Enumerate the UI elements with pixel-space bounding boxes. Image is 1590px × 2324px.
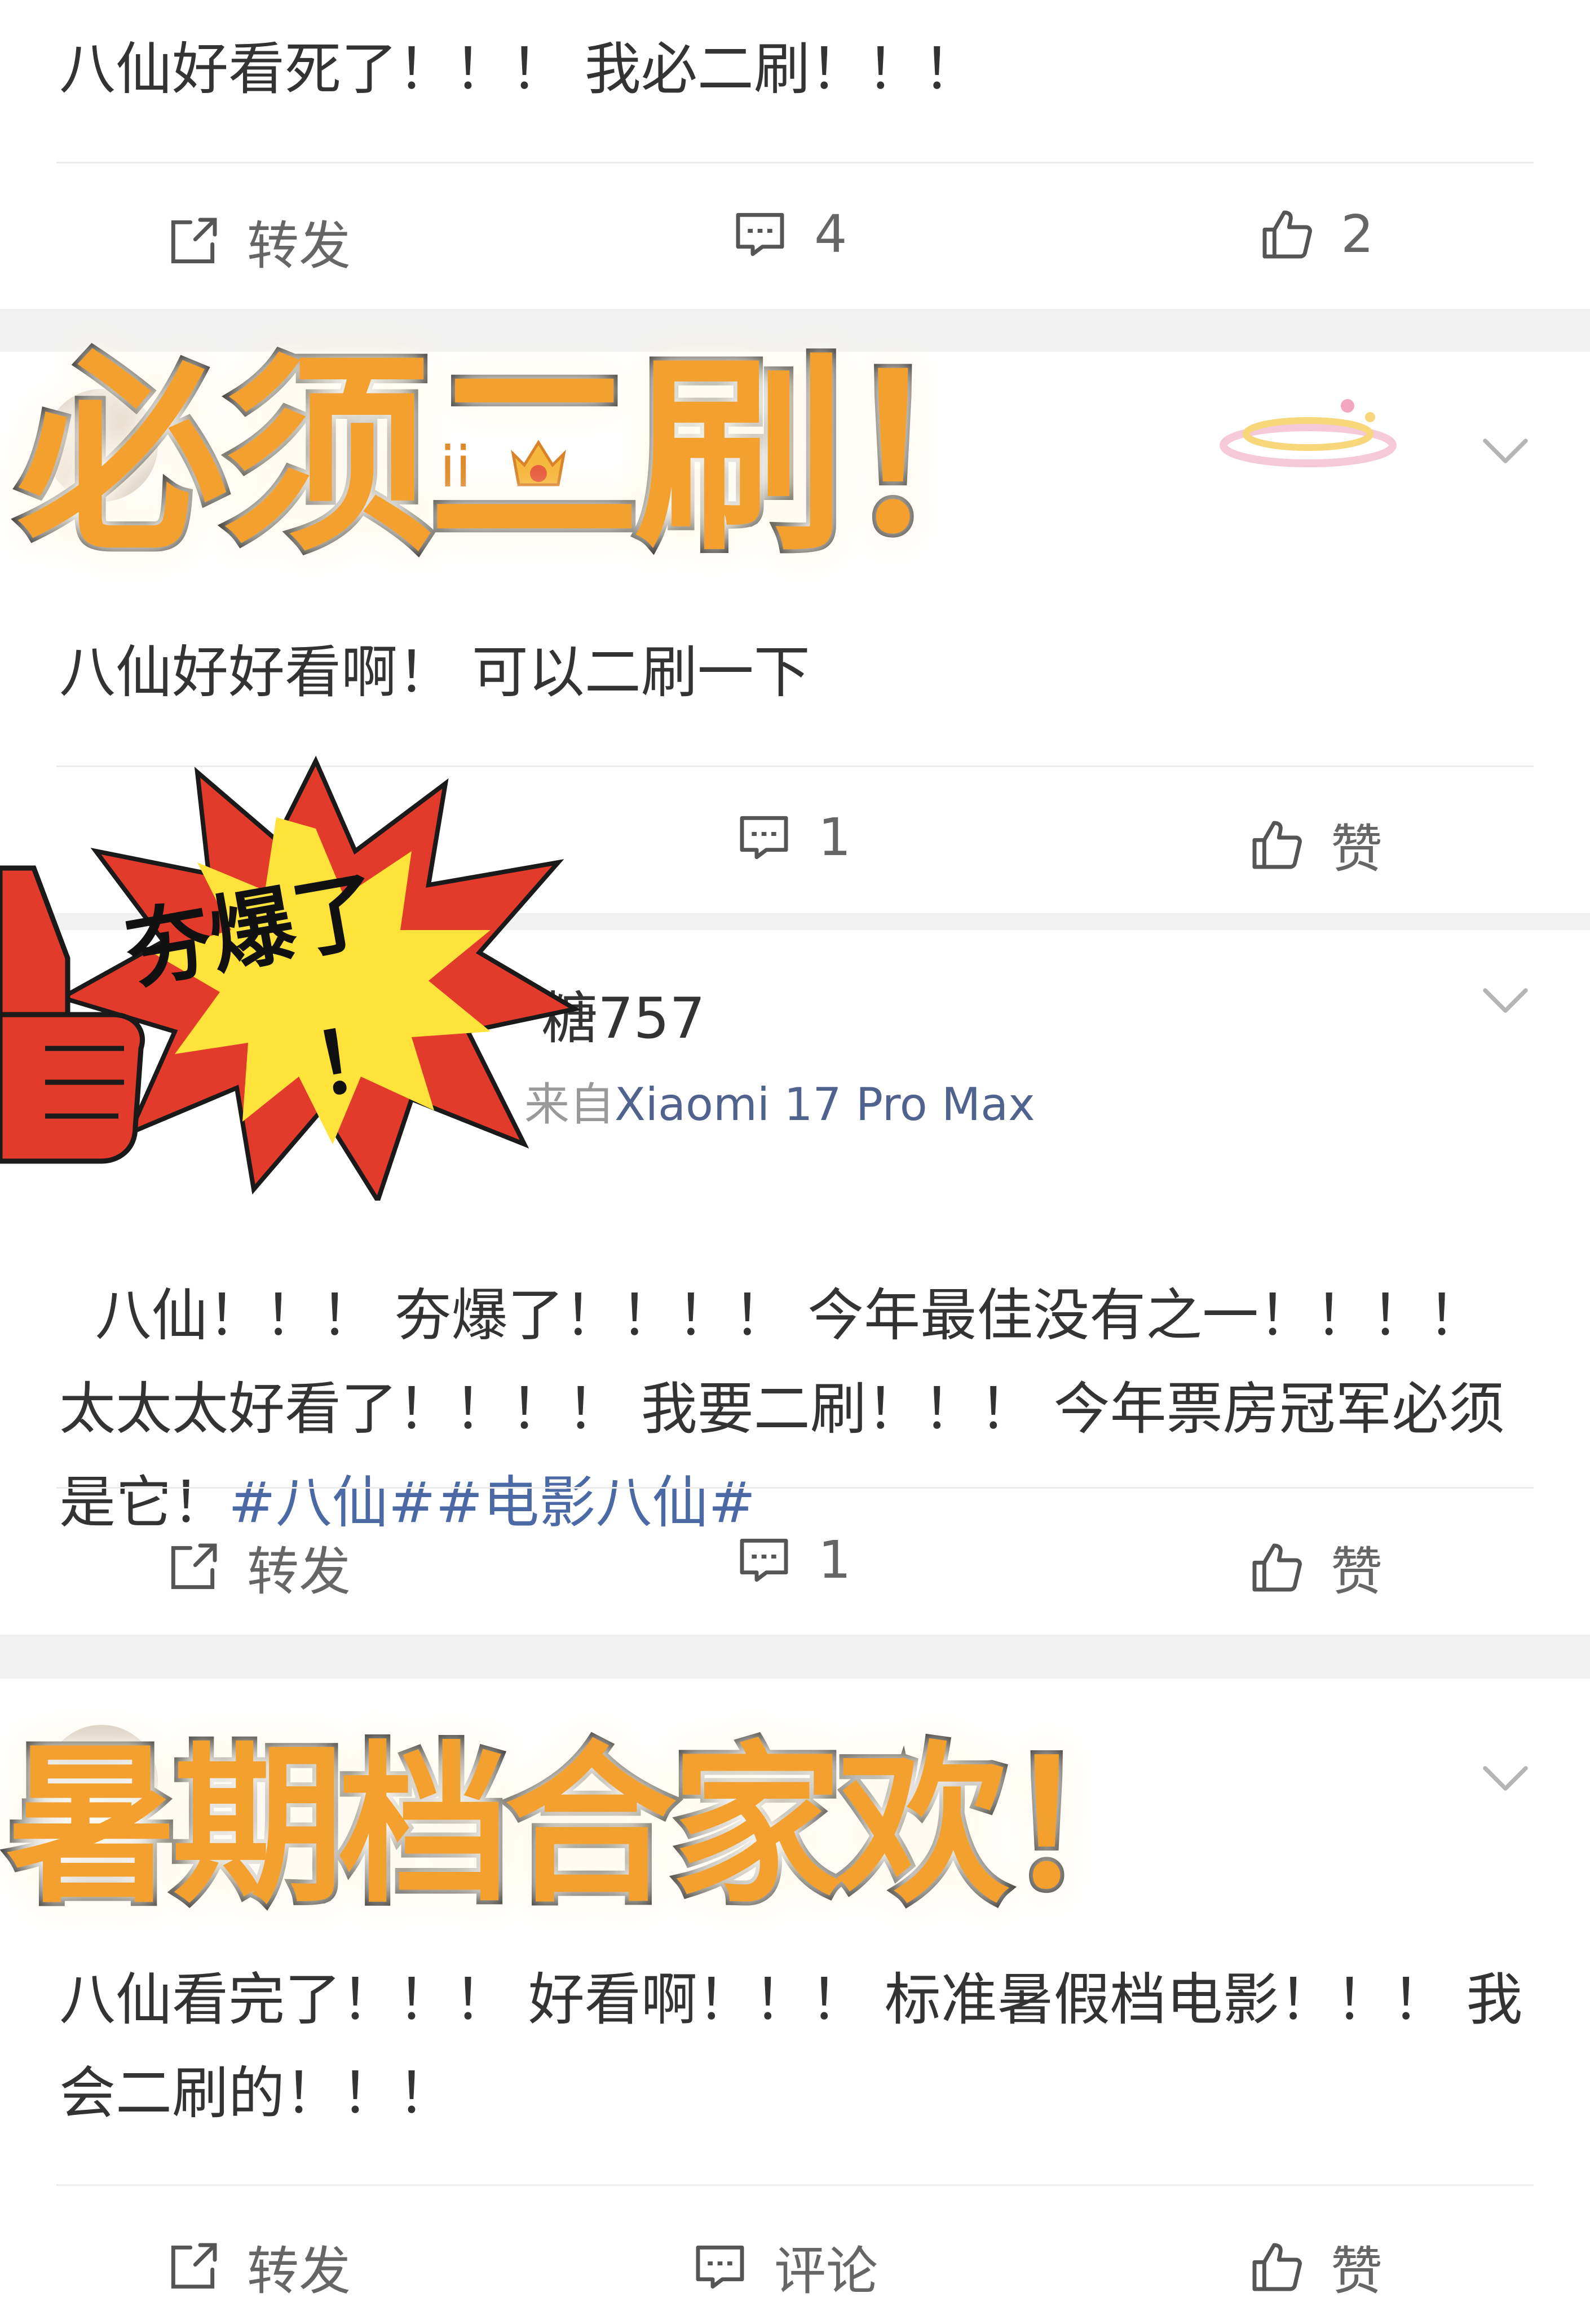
hashtag-link[interactable]: #八仙##电影八仙# <box>228 1469 756 1535</box>
like-icon <box>1262 210 1312 258</box>
comment-count: 1 <box>818 807 851 867</box>
comment-button[interactable]: 1 <box>735 807 851 867</box>
comment-icon <box>696 2245 744 2288</box>
chevron-down-icon[interactable] <box>1480 434 1531 468</box>
comment-icon <box>736 213 784 256</box>
feed-separator <box>0 1635 1590 1679</box>
chevron-down-icon[interactable] <box>1480 984 1531 1017</box>
repost-button[interactable]: 转发 <box>164 204 351 279</box>
post-text: 八仙好好看啊！ 可以二刷一下 <box>59 639 810 705</box>
comment-icon <box>740 816 788 859</box>
like-button[interactable]: 赞 <box>1247 807 1383 882</box>
repost-label: 转发 <box>247 216 351 276</box>
post-source: 来自Xiaomi 17 Pro Max <box>524 1078 1035 1131</box>
divider <box>56 162 1534 163</box>
like-label: 赞 <box>1331 2241 1383 2301</box>
like-label: 赞 <box>1331 819 1383 879</box>
like-icon <box>1252 1543 1302 1591</box>
like-button[interactable]: 2 <box>1257 204 1374 264</box>
comment-icon <box>740 1538 788 1582</box>
chevron-down-icon[interactable] <box>1480 1761 1531 1795</box>
comment-count: 1 <box>818 1530 851 1590</box>
like-count: 2 <box>1341 204 1374 264</box>
comment-button[interactable]: 评论 <box>691 2229 878 2304</box>
sticker-title-top: 必须二刷！ <box>13 334 1055 579</box>
repost-button[interactable]: 转发 <box>164 2229 351 2304</box>
sticker-title-bottom: 暑期档合家欢！ <box>2 1722 1180 1930</box>
comment-label: 评论 <box>774 2241 878 2301</box>
post-text: 八仙！！！ 夯爆了！！！！ 今年最佳没有之一！！！！ 太太太好看了！！！！ 我要… <box>59 1282 1505 1535</box>
like-label: 赞 <box>1331 1542 1383 1602</box>
post-text: 八仙看完了！！！ 好看啊！！！ 标准暑假档电影！！！ 我会二刷的！！！ <box>59 1967 1523 2126</box>
repost-icon <box>171 218 217 263</box>
repost-button[interactable]: 转发 <box>164 1530 351 1605</box>
post-text: 八仙好看死了！！！ 我必二刷！！！ <box>59 36 979 102</box>
comment-button[interactable]: 1 <box>735 1530 851 1590</box>
like-button[interactable]: 赞 <box>1247 2229 1383 2304</box>
like-button[interactable]: 赞 <box>1247 1530 1383 1605</box>
like-icon <box>1252 2243 1302 2291</box>
like-icon <box>1252 821 1302 869</box>
decoration-icon <box>1220 399 1397 468</box>
repost-label: 转发 <box>247 2241 351 2301</box>
comment-button[interactable]: 4 <box>731 204 847 264</box>
repost-icon <box>171 1543 217 1589</box>
divider <box>56 1487 1534 1489</box>
divider <box>56 2184 1534 2186</box>
repost-label: 转发 <box>247 1542 351 1602</box>
comment-count: 4 <box>814 204 847 264</box>
repost-icon <box>171 2243 217 2288</box>
